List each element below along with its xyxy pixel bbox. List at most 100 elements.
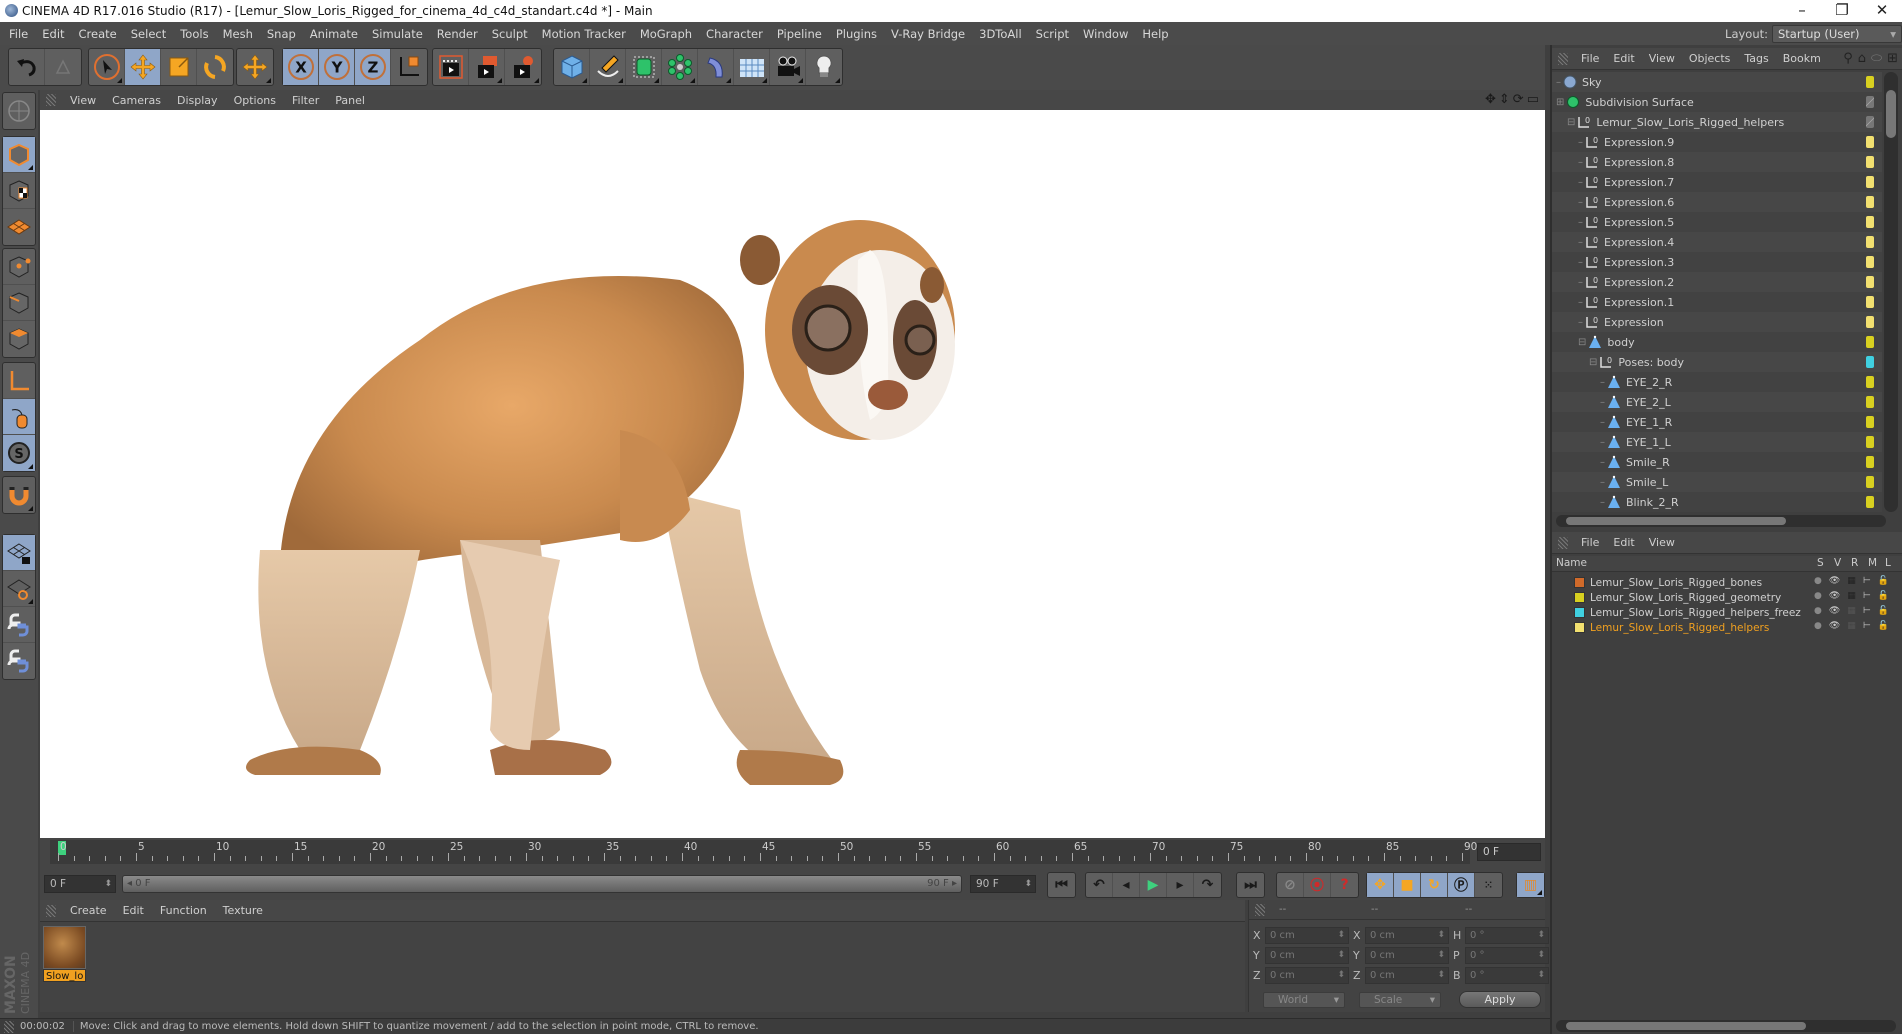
array-button[interactable] — [662, 49, 698, 85]
layer-color-tag[interactable] — [1866, 316, 1874, 328]
object-row[interactable]: – EYE_2_R — [1552, 372, 1882, 392]
live-selection-button[interactable] — [89, 49, 125, 85]
object-row[interactable]: – EYE_2_L — [1552, 392, 1882, 412]
layer-color-tag[interactable] — [1866, 396, 1874, 408]
coordinate-field[interactable]: 0 cm — [1265, 966, 1349, 984]
scale-tool-button[interactable] — [161, 49, 197, 85]
col-locked[interactable]: L — [1885, 557, 1891, 569]
object-row[interactable]: – 0 Expression.4 — [1552, 232, 1882, 252]
col-visible[interactable]: V — [1834, 557, 1841, 569]
menu-help[interactable]: Help — [1135, 27, 1175, 41]
object-row[interactable]: – 0 Expression.8 — [1552, 152, 1882, 172]
lock-icon[interactable]: 🔓 — [1878, 591, 1889, 601]
restore-button[interactable]: ❐ — [1822, 0, 1862, 22]
object-menu-view[interactable]: View — [1642, 52, 1682, 65]
edges-mode-button[interactable] — [3, 285, 35, 321]
python-button-1[interactable] — [3, 607, 35, 643]
layer-row[interactable]: Lemur_Slow_Loris_Rigged_geometry ● 👁 ▦ ⊢ 🔓 — [1552, 590, 1902, 605]
material-swatch[interactable]: Slow_lo — [43, 926, 86, 982]
coordinate-space-dropdown[interactable]: World — [1263, 992, 1345, 1008]
solo-toggle[interactable]: ● — [1814, 606, 1822, 616]
menu-motion-tracker[interactable]: Motion Tracker — [535, 27, 633, 41]
layer-menu-file[interactable]: File — [1574, 536, 1606, 549]
col-manager[interactable]: M — [1868, 557, 1877, 569]
material-menu-texture[interactable]: Texture — [215, 904, 271, 917]
cube-button[interactable] — [554, 49, 590, 85]
layer-color-tag[interactable] — [1866, 176, 1874, 188]
solo-toggle[interactable]: ● — [1814, 591, 1822, 601]
x-axis-button[interactable]: X — [283, 49, 319, 85]
deformer-button[interactable] — [698, 49, 734, 85]
viewport-menu-panel[interactable]: Panel — [327, 94, 373, 107]
range-start-field[interactable]: 0 F — [44, 875, 116, 893]
model-mode-button[interactable] — [3, 137, 35, 173]
coordinate-field[interactable]: 0 ° — [1465, 966, 1549, 984]
coordinate-system-button[interactable] — [391, 49, 427, 85]
layer-color-tag[interactable] — [1866, 436, 1874, 448]
render-toggle-icon[interactable]: ▦ — [1847, 606, 1856, 616]
timeline-window-button[interactable]: ▥ — [1517, 873, 1544, 897]
new-window-icon[interactable]: ⊞ — [1887, 51, 1898, 66]
points-mode-button[interactable] — [3, 249, 35, 285]
render-settings-button[interactable] — [505, 49, 541, 85]
layer-color-tag[interactable] — [1866, 256, 1874, 268]
viewport-menu-view[interactable]: View — [62, 94, 104, 107]
lock-workplane-button[interactable] — [3, 535, 35, 571]
visible-eye-icon[interactable]: 👁 — [1829, 606, 1840, 616]
lock-icon[interactable]: 🔓 — [1878, 621, 1889, 631]
coordinate-field[interactable]: 0 cm — [1265, 946, 1349, 964]
menu-animate[interactable]: Animate — [303, 27, 365, 41]
move-tool-button[interactable] — [125, 49, 161, 85]
polygons-mode-button[interactable] — [3, 321, 35, 357]
object-row[interactable]: – 0 Expression.9 — [1552, 132, 1882, 152]
play-button[interactable]: ▶ — [1140, 873, 1167, 897]
menu-edit[interactable]: Edit — [35, 27, 71, 41]
object-row[interactable]: – 0 Expression.3 — [1552, 252, 1882, 272]
key-scale-button[interactable]: ■ — [1394, 873, 1421, 897]
viewport-menu-cameras[interactable]: Cameras — [104, 94, 169, 107]
pen-button[interactable] — [590, 49, 626, 85]
key-parameter-button[interactable]: Ⓟ — [1448, 873, 1475, 897]
key-rotation-button[interactable]: ↻ — [1421, 873, 1448, 897]
python-button-2[interactable] — [3, 643, 35, 679]
menu-script[interactable]: Script — [1029, 27, 1076, 41]
menu-snap[interactable]: Snap — [260, 27, 303, 41]
menu-tools[interactable]: Tools — [173, 27, 215, 41]
object-menu-edit[interactable]: Edit — [1606, 52, 1641, 65]
layer-list-horizontal-scrollbar[interactable] — [1556, 1020, 1896, 1032]
tree-expander[interactable]: ⊞ — [1556, 97, 1564, 108]
coordinate-field[interactable]: 0 cm — [1265, 926, 1349, 944]
object-row[interactable]: – Smile_L — [1552, 472, 1882, 492]
object-row[interactable]: ⊟ body — [1552, 332, 1882, 352]
coordinate-field[interactable]: 0 ° — [1465, 926, 1549, 944]
axis-mode-button[interactable] — [3, 363, 35, 399]
layer-color-tag[interactable] — [1866, 236, 1874, 248]
texture-mode-button[interactable] — [3, 173, 35, 209]
light-button[interactable] — [806, 49, 842, 85]
render-toggle-icon[interactable]: ▦ — [1847, 576, 1856, 586]
layer-color-swatch[interactable] — [1574, 607, 1585, 618]
scroll-thumb[interactable] — [1566, 1022, 1806, 1030]
manager-toggle-icon[interactable]: ⊢ — [1863, 591, 1871, 601]
rotate-tool-button[interactable] — [197, 49, 233, 85]
apply-button[interactable]: Apply — [1459, 991, 1541, 1008]
key-position-button[interactable]: ✥ — [1367, 873, 1394, 897]
close-button[interactable]: ✕ — [1862, 0, 1902, 22]
tweak-mode-button[interactable] — [3, 399, 35, 435]
zoom-view-icon[interactable]: ⇕ — [1499, 92, 1510, 107]
layer-color-swatch[interactable] — [1574, 622, 1585, 633]
viewport-menu-display[interactable]: Display — [169, 94, 226, 107]
layer-row[interactable]: Lemur_Slow_Loris_Rigged_bones ● 👁 ▦ ⊢ 🔓 — [1552, 575, 1902, 590]
menu-sculpt[interactable]: Sculpt — [485, 27, 535, 41]
motion-record-button[interactable]: ⊘ — [1277, 873, 1304, 897]
layer-row[interactable]: Lemur_Slow_Loris_Rigged_helpers ● 👁 ▦ ⊢ 🔓 — [1552, 620, 1902, 635]
menu-simulate[interactable]: Simulate — [365, 27, 430, 41]
layer-color-tag[interactable] — [1866, 196, 1874, 208]
rotate-view-icon[interactable]: ⟳ — [1513, 92, 1524, 107]
col-render[interactable]: R — [1851, 557, 1858, 569]
floor-button[interactable] — [734, 49, 770, 85]
solo-toggle[interactable]: ● — [1814, 621, 1822, 631]
coordinate-field[interactable]: 0 ° — [1465, 946, 1549, 964]
subdivision-button[interactable] — [626, 49, 662, 85]
step-back-button[interactable]: ◂ — [1113, 873, 1140, 897]
